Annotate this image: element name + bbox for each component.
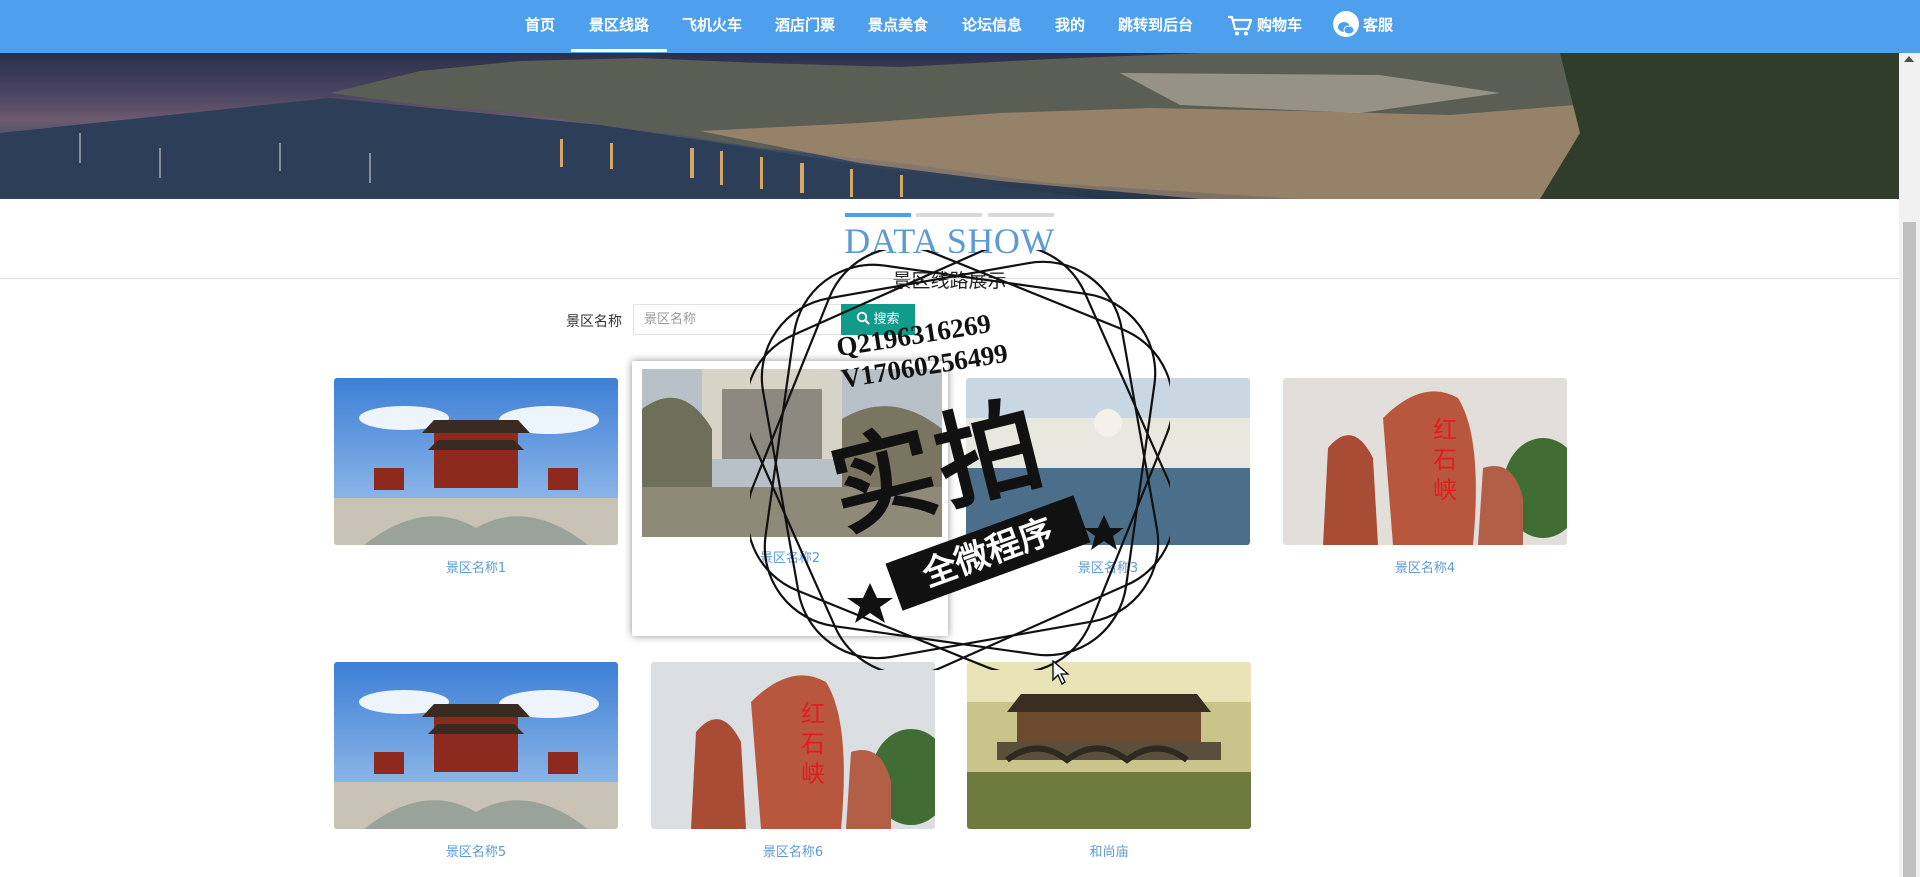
section-subtitle: 景区线路展示 (892, 270, 1007, 292)
title-decoration-bar (845, 213, 911, 217)
nav-item-home[interactable]: 首页 (525, 0, 555, 53)
divider (0, 278, 1899, 279)
svg-text:峡: 峡 (1433, 476, 1457, 504)
nav-item-cart[interactable]: 购物车 (1227, 0, 1302, 53)
card-image-red-stone: 红 石 峡 (1283, 378, 1567, 545)
nav-item-scenic-routes[interactable]: 景区线路 (570, 0, 668, 53)
cart-icon (1228, 15, 1253, 35)
card-title[interactable]: 景区名称1 (334, 557, 618, 576)
card-image-covered-bridge (967, 662, 1251, 829)
hero-banner-image (0, 53, 1899, 199)
scenic-card-hovered[interactable]: 景区名称2 (632, 361, 948, 636)
card-image-temple (334, 378, 618, 545)
card-title[interactable]: 和尚庙 (967, 841, 1251, 860)
scenic-card[interactable]: 和尚庙 (967, 662, 1251, 860)
scenic-card[interactable]: 景区名称5 (334, 662, 618, 860)
svg-text:石: 石 (801, 730, 825, 758)
chat-icon (1333, 10, 1359, 37)
title-decoration-bar (988, 213, 1054, 217)
scenic-card[interactable]: 红 石 峡 景区名称4 (1283, 378, 1567, 576)
search-label: 景区名称 (566, 314, 622, 330)
title-decoration-bar (916, 213, 982, 217)
card-title[interactable]: 景区名称3 (966, 557, 1250, 576)
service-label: 客服 (1363, 16, 1394, 34)
nav-item-forum[interactable]: 论坛信息 (962, 0, 1022, 53)
cart-label: 购物车 (1257, 16, 1303, 34)
nav-item-service[interactable]: 客服 (1333, 0, 1393, 53)
search-icon (857, 311, 871, 325)
card-image-pavilion (642, 369, 942, 537)
nav-item-hotel-tickets[interactable]: 酒店门票 (775, 0, 835, 53)
scenic-card[interactable]: 景区名称3 (966, 378, 1250, 576)
top-navigation-bar: 首页 景区线路 飞机火车 酒店门票 景点美食 论坛信息 我的 跳转到后台 购物车… (0, 0, 1920, 53)
svg-text:红: 红 (801, 700, 825, 728)
nav-item-admin[interactable]: 跳转到后台 (1118, 0, 1193, 53)
nav-item-mine[interactable]: 我的 (1055, 0, 1085, 53)
search-button[interactable]: 搜索 (841, 304, 915, 335)
card-image-temple (334, 662, 618, 829)
card-title[interactable]: 景区名称2 (632, 547, 948, 566)
card-title[interactable]: 景区名称5 (334, 841, 618, 860)
scenic-card[interactable]: 景区名称1 (334, 378, 618, 576)
card-title[interactable]: 景区名称6 (651, 841, 935, 860)
card-image-red-stone: 红 石 峡 (651, 662, 935, 829)
mouse-cursor-icon (1052, 660, 1070, 685)
search-button-label: 搜索 (873, 312, 900, 327)
svg-text:石: 石 (1433, 446, 1457, 474)
nav-item-flights-trains[interactable]: 飞机火车 (682, 0, 742, 53)
card-image-palace-lake (966, 378, 1250, 545)
section-title: DATA SHOW (844, 221, 1055, 261)
scroll-up-arrow-icon[interactable] (1904, 56, 1914, 62)
svg-text:红: 红 (1433, 416, 1457, 444)
svg-text:峡: 峡 (801, 760, 825, 788)
search-input[interactable] (633, 304, 843, 335)
scrollbar-thumb[interactable] (1903, 222, 1916, 877)
nav-item-attractions-food[interactable]: 景点美食 (868, 0, 928, 53)
scenic-card[interactable]: 红 石 峡 景区名称6 (651, 662, 935, 860)
card-title[interactable]: 景区名称4 (1283, 557, 1567, 576)
